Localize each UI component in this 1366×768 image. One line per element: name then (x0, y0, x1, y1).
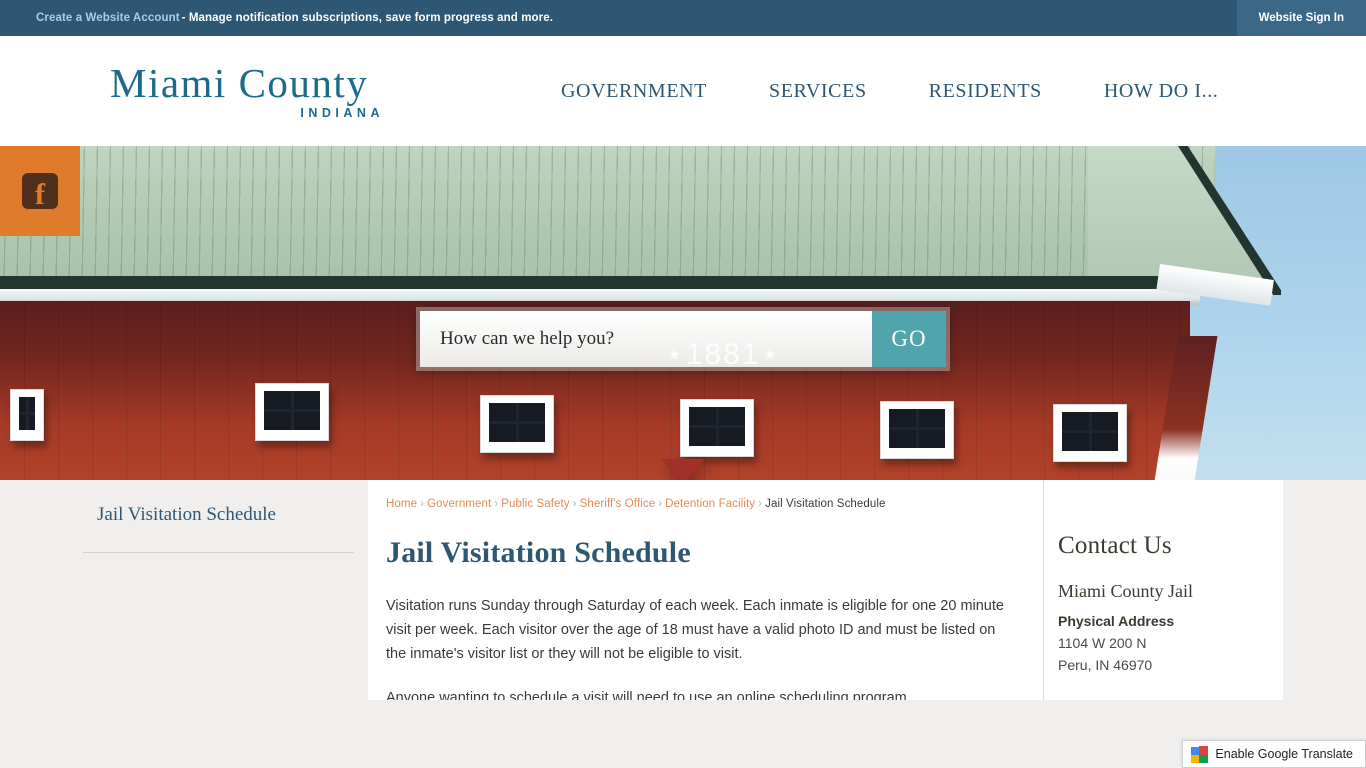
hero-watermark: ⋆1881⋆ (665, 338, 782, 367)
breadcrumb-item-public-safety[interactable]: Public Safety (501, 498, 569, 510)
barn-window (880, 401, 954, 459)
utility-bar-tagline: - Manage notification subscriptions, sav… (181, 12, 554, 24)
contact-name: Miami County Jail (1058, 581, 1193, 601)
site-header: Miami County INDIANA GOVERNMENT SERVICES… (0, 36, 1366, 146)
sidebar-page-title[interactable]: Jail Visitation Schedule (83, 504, 368, 526)
barn-window (480, 395, 554, 453)
site-logo[interactable]: Miami County INDIANA (110, 59, 386, 120)
breadcrumb-separator: › (494, 498, 499, 510)
breadcrumb: Home › Government › Public Safety › Sheriff's … (386, 498, 1017, 510)
barn-window (255, 383, 329, 441)
breadcrumb-separator: › (758, 498, 763, 510)
main-content: Home › Government › Public Safety › Sheriff's … (368, 480, 1043, 700)
barn-window (1053, 404, 1127, 462)
create-account-link[interactable]: Create a Website Account (36, 12, 180, 24)
nav-item-residents[interactable]: RESIDENTS (929, 80, 1042, 103)
google-translate-label: Enable Google Translate (1215, 747, 1353, 761)
website-sign-in-button[interactable]: Website Sign In (1236, 0, 1366, 36)
address-line-2: Peru, IN 46970 (1058, 657, 1153, 673)
breadcrumb-item-sheriffs-office[interactable]: Sheriff's Office (580, 498, 656, 510)
site-search: How can we help you? ⋆1881⋆ GO (416, 307, 950, 371)
facebook-icon: f (22, 173, 58, 209)
logo-title: Miami County (110, 59, 369, 106)
breadcrumb-separator: › (420, 498, 425, 510)
hero-banner: f How can we help you? ⋆1881⋆ GO (0, 146, 1366, 480)
nav-item-services[interactable]: SERVICES (769, 80, 867, 103)
physical-address-label: Physical Address (1058, 613, 1175, 629)
search-go-button[interactable]: GO (872, 311, 946, 367)
content-paragraph: Visitation runs Sunday through Saturday … (386, 598, 1004, 662)
barn-roof (0, 146, 1215, 280)
main-navigation: GOVERNMENT SERVICES RESIDENTS HOW DO I..… (561, 80, 1218, 103)
scroll-down-arrow-icon[interactable] (661, 459, 705, 480)
breadcrumb-separator: › (658, 498, 663, 510)
google-translate-icon (1191, 745, 1209, 763)
nav-item-government[interactable]: GOVERNMENT (561, 80, 707, 103)
barn-window (10, 389, 44, 441)
breadcrumb-item-home[interactable]: Home (386, 498, 417, 510)
logo-subtitle: INDIANA (300, 105, 384, 120)
breadcrumb-item-current: Jail Visitation Schedule (765, 498, 886, 510)
sidebar-divider (83, 552, 354, 553)
barn-window (680, 399, 754, 457)
breadcrumb-separator: › (572, 498, 577, 510)
utility-bar-message: Create a Website Account - Manage notifi… (0, 0, 553, 36)
nav-item-how-do-i[interactable]: HOW DO I... (1104, 80, 1219, 103)
search-input[interactable]: How can we help you? ⋆1881⋆ (420, 311, 872, 367)
address-line-1: 1104 W 200 N (1058, 635, 1147, 651)
enable-google-translate-button[interactable]: Enable Google Translate (1182, 740, 1366, 768)
contact-heading: Contact Us (1058, 532, 1172, 559)
breadcrumb-item-detention-facility[interactable]: Detention Facility (665, 498, 755, 510)
utility-bar: Create a Website Account - Manage notifi… (0, 0, 1366, 36)
page-title: Jail Visitation Schedule (386, 536, 691, 569)
search-placeholder: How can we help you? (440, 328, 615, 349)
page-body: Jail Visitation Schedule Home › Government… (0, 480, 1366, 768)
facebook-tab[interactable]: f (0, 146, 80, 236)
contact-sidebar: Contact Us Miami County Jail Physical Ad… (1043, 480, 1283, 700)
content-paragraph: Anyone wanting to schedule a visit will … (386, 690, 911, 700)
left-sidebar: Jail Visitation Schedule (83, 480, 368, 700)
breadcrumb-item-government[interactable]: Government (427, 498, 491, 510)
